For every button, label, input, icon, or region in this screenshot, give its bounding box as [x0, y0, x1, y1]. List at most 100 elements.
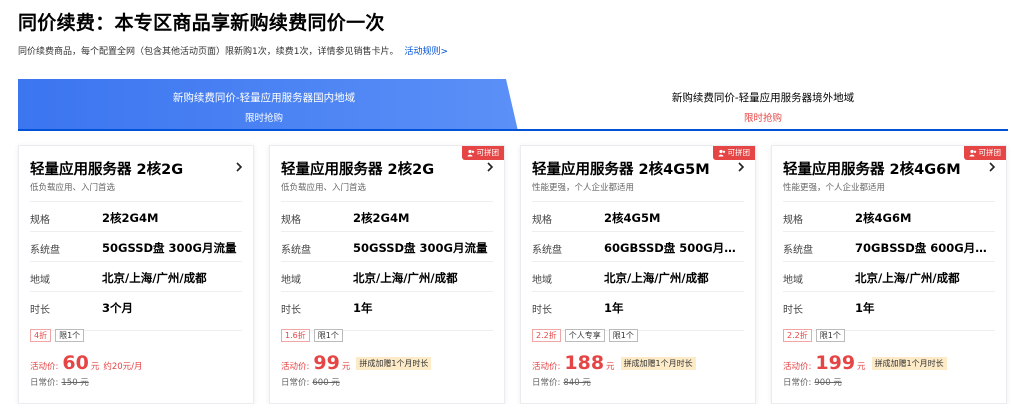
card-header[interactable]: 轻量应用服务器 2核2G 低负载应用、入门首选 — [270, 146, 504, 196]
spec-label: 规格 — [281, 215, 301, 226]
card-header[interactable]: 轻量应用服务器 2核2G 低负载应用、入门首选 — [19, 146, 253, 196]
price-value: 199 — [815, 352, 856, 374]
price-unit: 元 — [857, 362, 866, 372]
price-unit: 元 — [341, 362, 351, 372]
limit-tag: 限1个 — [608, 329, 638, 342]
original-price: 600 元 — [312, 378, 340, 388]
tab-domestic-sub: 限时抢购 — [244, 113, 283, 124]
disk-value: 70GBSSD盘 600G月流量 — [855, 241, 995, 255]
price-value: 60 — [62, 352, 89, 374]
price-label: 活动价: — [783, 362, 812, 372]
region-row: 地域 北京/上海/广州/成都 — [783, 261, 995, 291]
activity-rules-link[interactable]: 活动规则> — [404, 47, 448, 57]
disk-row: 系统盘 60GBSSD盘 500G月流量 — [532, 231, 744, 261]
region-tabs: 新购续费同价-轻量应用服务器国内地域 限时抢购 新购续费同价-轻量应用服务器境外… — [18, 79, 1008, 131]
price-label: 活动价: — [532, 362, 561, 372]
duration-label: 时长 — [532, 305, 552, 316]
duration-label: 时长 — [783, 305, 803, 316]
duration-value: 1年 — [855, 301, 875, 315]
duration-label: 时长 — [30, 305, 50, 316]
tab-overseas-title: 新购续费同价-轻量应用服务器境外地域 — [671, 92, 855, 104]
tab-domestic[interactable]: 新购续费同价-轻量应用服务器国内地域 限时抢购 — [18, 79, 518, 131]
disk-label: 系统盘 — [783, 245, 813, 256]
spec-value: 2核4G6M — [855, 211, 912, 225]
page-title: 同价续费：本专区商品享新购续费同价一次 — [18, 12, 385, 34]
tag-list: 4折 限1个 — [30, 329, 85, 342]
page-subtitle: 同价续费商品，每个配置全网（包含其他活动页面）限新购1次，续费1次，详情参见销售… — [18, 44, 448, 57]
duration-row: 时长 3个月 — [30, 291, 242, 321]
spec-row: 规格 2核4G6M — [783, 201, 995, 231]
duration-row: 时长 1年 — [783, 291, 995, 321]
spec-label: 规格 — [30, 215, 50, 226]
duration-row: 时长 1年 — [532, 291, 744, 321]
price-line: 活动价: 188 元 拼成加赠1个月时长 — [532, 352, 696, 374]
tag-list: 1.6折 限1个 — [281, 329, 343, 342]
duration-value: 3个月 — [102, 301, 134, 315]
tag-list: 2.2折 个人专享 限1个 — [532, 329, 638, 342]
original-label: 日常价: — [532, 378, 561, 388]
product-title: 轻量应用服务器 2核4G5M — [532, 162, 710, 178]
original-price-line: 日常价: 900 元 — [783, 376, 842, 388]
price-unit: 元 — [606, 362, 615, 372]
spec-value: 2核4G5M — [604, 211, 661, 225]
original-label: 日常价: — [281, 378, 310, 388]
duration-label: 时长 — [281, 305, 301, 316]
price-line: 活动价: 99 元 拼成加赠1个月时长 — [281, 352, 432, 374]
limit-tag: 限1个 — [313, 329, 343, 342]
region-row: 地域 北京/上海/广州/成都 — [532, 261, 744, 291]
disk-row: 系统盘 50GSSD盘 300G月流量 — [281, 231, 493, 261]
product-card: 可拼团 轻量应用服务器 2核2G 低负载应用、入门首选 规格 2核2G4M 系统… — [269, 145, 505, 404]
chevron-right-icon[interactable] — [736, 162, 746, 172]
disk-label: 系统盘 — [30, 245, 60, 256]
tab-overseas-sub: 限时抢购 — [743, 113, 782, 124]
spec-label: 规格 — [532, 215, 552, 226]
region-label: 地域 — [532, 275, 552, 286]
price-value: 99 — [313, 352, 340, 374]
discount-tag: 1.6折 — [281, 329, 310, 342]
original-price: 840 元 — [563, 378, 591, 388]
original-price-line: 日常价: 150 元 — [30, 376, 89, 388]
personal-exclusive-tag: 个人专享 — [564, 329, 605, 342]
chevron-right-icon[interactable] — [987, 162, 997, 172]
region-label: 地域 — [783, 275, 803, 286]
card-header[interactable]: 轻量应用服务器 2核4G5M 性能更强，个人企业都适用 — [521, 146, 755, 196]
duration-value: 1年 — [604, 301, 624, 315]
promo-tag: 拼成加赠1个月时长 — [620, 356, 696, 370]
region-value: 北京/上海/广州/成都 — [855, 271, 960, 285]
price-label: 活动价: — [30, 362, 59, 372]
original-price: 150 元 — [61, 378, 89, 388]
card-header[interactable]: 轻量应用服务器 2核4G6M 性能更强，个人企业都适用 — [772, 146, 1006, 196]
region-value: 北京/上海/广州/成都 — [353, 271, 458, 285]
tabs-underline — [18, 129, 1008, 131]
chevron-right-icon[interactable] — [485, 162, 495, 172]
price-value: 188 — [564, 352, 605, 374]
disk-label: 系统盘 — [532, 245, 562, 256]
duration-row: 时长 1年 — [281, 291, 493, 321]
subtitle-text: 同价续费商品，每个配置全网（包含其他活动页面）限新购1次，续费1次，详情参见销售… — [18, 47, 399, 57]
spec-row: 规格 2核2G4M — [281, 201, 493, 231]
original-price-line: 日常价: 600 元 — [281, 376, 340, 388]
promo-tag: 拼成加赠1个月时长 — [356, 356, 432, 370]
chevron-right-icon[interactable] — [234, 162, 244, 172]
product-desc: 低负载应用、入门首选 — [281, 183, 367, 193]
spec-row: 规格 2核2G4M — [30, 201, 242, 231]
product-title: 轻量应用服务器 2核2G — [30, 162, 184, 178]
product-card: 轻量应用服务器 2核2G 低负载应用、入门首选 规格 2核2G4M 系统盘 50… — [18, 145, 254, 404]
region-value: 北京/上海/广州/成都 — [102, 271, 207, 285]
product-desc: 性能更强，个人企业都适用 — [532, 183, 635, 193]
discount-tag: 4折 — [30, 329, 52, 342]
spec-row: 规格 2核4G5M — [532, 201, 744, 231]
product-title: 轻量应用服务器 2核4G6M — [783, 162, 961, 178]
region-label: 地域 — [281, 275, 301, 286]
original-price-line: 日常价: 840 元 — [532, 376, 591, 388]
product-title: 轻量应用服务器 2核2G — [281, 162, 435, 178]
product-card: 可拼团 轻量应用服务器 2核4G6M 性能更强，个人企业都适用 规格 2核4G6… — [771, 145, 1007, 404]
tab-domestic-title: 新购续费同价-轻量应用服务器国内地域 — [172, 92, 356, 104]
original-label: 日常价: — [30, 378, 59, 388]
product-desc: 低负载应用、入门首选 — [30, 183, 116, 193]
region-row: 地域 北京/上海/广州/成都 — [281, 261, 493, 291]
tab-overseas[interactable]: 新购续费同价-轻量应用服务器境外地域 限时抢购 — [518, 79, 1008, 131]
region-value: 北京/上海/广州/成都 — [604, 271, 709, 285]
tag-list: 2.2折 限1个 — [783, 329, 845, 342]
discount-tag: 2.2折 — [783, 329, 812, 342]
